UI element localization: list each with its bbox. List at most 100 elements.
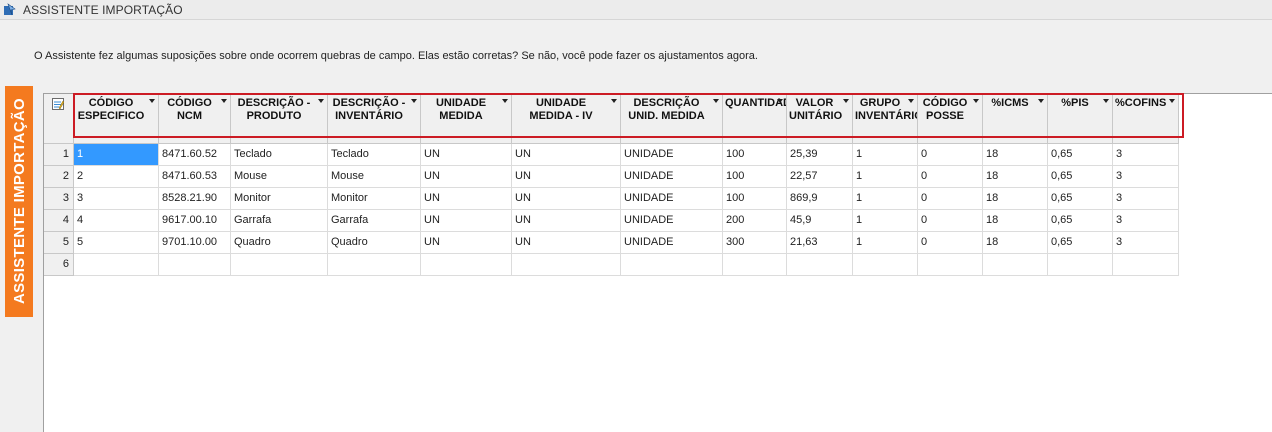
- grid-cell[interactable]: UN: [421, 144, 512, 166]
- grid-cell[interactable]: [723, 254, 787, 276]
- dropdown-arrow-icon[interactable]: [1038, 99, 1044, 103]
- grid-cell[interactable]: UN: [421, 188, 512, 210]
- grid-cell[interactable]: Mouse: [231, 166, 328, 188]
- grid-cell[interactable]: 0,65: [1048, 166, 1113, 188]
- dropdown-arrow-icon[interactable]: [1103, 99, 1109, 103]
- grid-cell[interactable]: [1048, 254, 1113, 276]
- grid-cell[interactable]: 0,65: [1048, 232, 1113, 254]
- grid-cell[interactable]: UN: [421, 232, 512, 254]
- grid-cell[interactable]: 1: [853, 232, 918, 254]
- grid-cell[interactable]: 1: [853, 188, 918, 210]
- dropdown-arrow-icon[interactable]: [973, 99, 979, 103]
- grid-cell[interactable]: UNIDADE: [621, 232, 723, 254]
- grid-cell[interactable]: Monitor: [328, 188, 421, 210]
- grid-cell[interactable]: UNIDADE: [621, 144, 723, 166]
- grid-cell[interactable]: UNIDADE: [621, 210, 723, 232]
- grid-cell[interactable]: [918, 254, 983, 276]
- grid-cell[interactable]: Garrafa: [328, 210, 421, 232]
- column-header[interactable]: CÓDIGO ESPECIFICO: [74, 94, 159, 144]
- grid-cell[interactable]: UNIDADE: [621, 166, 723, 188]
- grid-cell[interactable]: 3: [1113, 144, 1179, 166]
- grid-cell[interactable]: 18: [983, 210, 1048, 232]
- grid-cell[interactable]: [231, 254, 328, 276]
- grid-cell[interactable]: Garrafa: [231, 210, 328, 232]
- grid-cell[interactable]: [983, 254, 1048, 276]
- grid-cell[interactable]: Mouse: [328, 166, 421, 188]
- grid-cell[interactable]: 0,65: [1048, 144, 1113, 166]
- grid-cell[interactable]: 1: [853, 210, 918, 232]
- column-header[interactable]: %COFINS: [1113, 94, 1179, 144]
- grid-cell[interactable]: 100: [723, 166, 787, 188]
- grid-cell[interactable]: 0: [918, 144, 983, 166]
- grid-cell[interactable]: [787, 254, 853, 276]
- grid-cell[interactable]: 3: [1113, 166, 1179, 188]
- grid-cell[interactable]: UN: [512, 144, 621, 166]
- grid-cell[interactable]: 9701.10.00: [159, 232, 231, 254]
- grid-cell[interactable]: 3: [1113, 210, 1179, 232]
- column-header[interactable]: UNIDADE MEDIDA: [421, 94, 512, 144]
- grid-cell[interactable]: [1113, 254, 1179, 276]
- grid-cell[interactable]: 25,39: [787, 144, 853, 166]
- grid-cell[interactable]: 0: [918, 188, 983, 210]
- column-header[interactable]: QUANTIDADE: [723, 94, 787, 144]
- dropdown-arrow-icon[interactable]: [221, 99, 227, 103]
- grid-cell[interactable]: [328, 254, 421, 276]
- grid-cell[interactable]: 9617.00.10: [159, 210, 231, 232]
- column-header[interactable]: DESCRIÇÃO - INVENTÁRIO: [328, 94, 421, 144]
- dropdown-arrow-icon[interactable]: [411, 99, 417, 103]
- grid-cell[interactable]: 5: [74, 232, 159, 254]
- grid-cell[interactable]: 18: [983, 188, 1048, 210]
- row-header[interactable]: 3: [44, 188, 74, 210]
- row-header[interactable]: 1: [44, 144, 74, 166]
- grid-cell[interactable]: [159, 254, 231, 276]
- grid-cell[interactable]: 1: [853, 166, 918, 188]
- grid-cell[interactable]: 18: [983, 144, 1048, 166]
- grid-cell[interactable]: 100: [723, 144, 787, 166]
- grid-cell[interactable]: [512, 254, 621, 276]
- grid-cell[interactable]: Teclado: [231, 144, 328, 166]
- grid-cell[interactable]: 8471.60.52: [159, 144, 231, 166]
- grid-cell[interactable]: 0: [918, 210, 983, 232]
- grid-cell[interactable]: 8471.60.53: [159, 166, 231, 188]
- dropdown-arrow-icon[interactable]: [843, 99, 849, 103]
- grid-cell[interactable]: UN: [512, 232, 621, 254]
- column-header[interactable]: GRUPO INVENTÁRIO: [853, 94, 918, 144]
- grid-cell[interactable]: 1: [853, 144, 918, 166]
- grid-cell[interactable]: 18: [983, 232, 1048, 254]
- grid-cell[interactable]: 1: [74, 144, 159, 166]
- column-header[interactable]: DESCRIÇÃO UNID. MEDIDA: [621, 94, 723, 144]
- grid-cell[interactable]: UNIDADE: [621, 188, 723, 210]
- grid-cell[interactable]: Quadro: [231, 232, 328, 254]
- grid-cell[interactable]: Monitor: [231, 188, 328, 210]
- grid-cell[interactable]: 21,63: [787, 232, 853, 254]
- grid-cell[interactable]: 869,9: [787, 188, 853, 210]
- grid-cell[interactable]: 0: [918, 232, 983, 254]
- grid-cell[interactable]: 300: [723, 232, 787, 254]
- dropdown-arrow-icon[interactable]: [777, 99, 783, 103]
- column-header[interactable]: CÓDIGO NCM: [159, 94, 231, 144]
- dropdown-arrow-icon[interactable]: [1169, 99, 1175, 103]
- grid-corner[interactable]: [44, 94, 74, 144]
- grid-cell[interactable]: [421, 254, 512, 276]
- grid-cell[interactable]: [74, 254, 159, 276]
- grid-cell[interactable]: 0,65: [1048, 188, 1113, 210]
- column-header[interactable]: CÓDIGO POSSE: [918, 94, 983, 144]
- row-header[interactable]: 4: [44, 210, 74, 232]
- grid-cell[interactable]: UN: [421, 166, 512, 188]
- grid-cell[interactable]: 18: [983, 166, 1048, 188]
- row-header[interactable]: 6: [44, 254, 74, 276]
- grid-cell[interactable]: Teclado: [328, 144, 421, 166]
- dropdown-arrow-icon[interactable]: [149, 99, 155, 103]
- grid-cell[interactable]: 22,57: [787, 166, 853, 188]
- column-header[interactable]: %PIS: [1048, 94, 1113, 144]
- grid-cell[interactable]: 4: [74, 210, 159, 232]
- dropdown-arrow-icon[interactable]: [611, 99, 617, 103]
- grid-cell[interactable]: 45,9: [787, 210, 853, 232]
- grid-cell[interactable]: [853, 254, 918, 276]
- column-header[interactable]: DESCRIÇÃO - PRODUTO: [231, 94, 328, 144]
- grid-cell[interactable]: 8528.21.90: [159, 188, 231, 210]
- grid-cell[interactable]: UN: [512, 188, 621, 210]
- grid-cell[interactable]: 100: [723, 188, 787, 210]
- dropdown-arrow-icon[interactable]: [318, 99, 324, 103]
- row-header[interactable]: 5: [44, 232, 74, 254]
